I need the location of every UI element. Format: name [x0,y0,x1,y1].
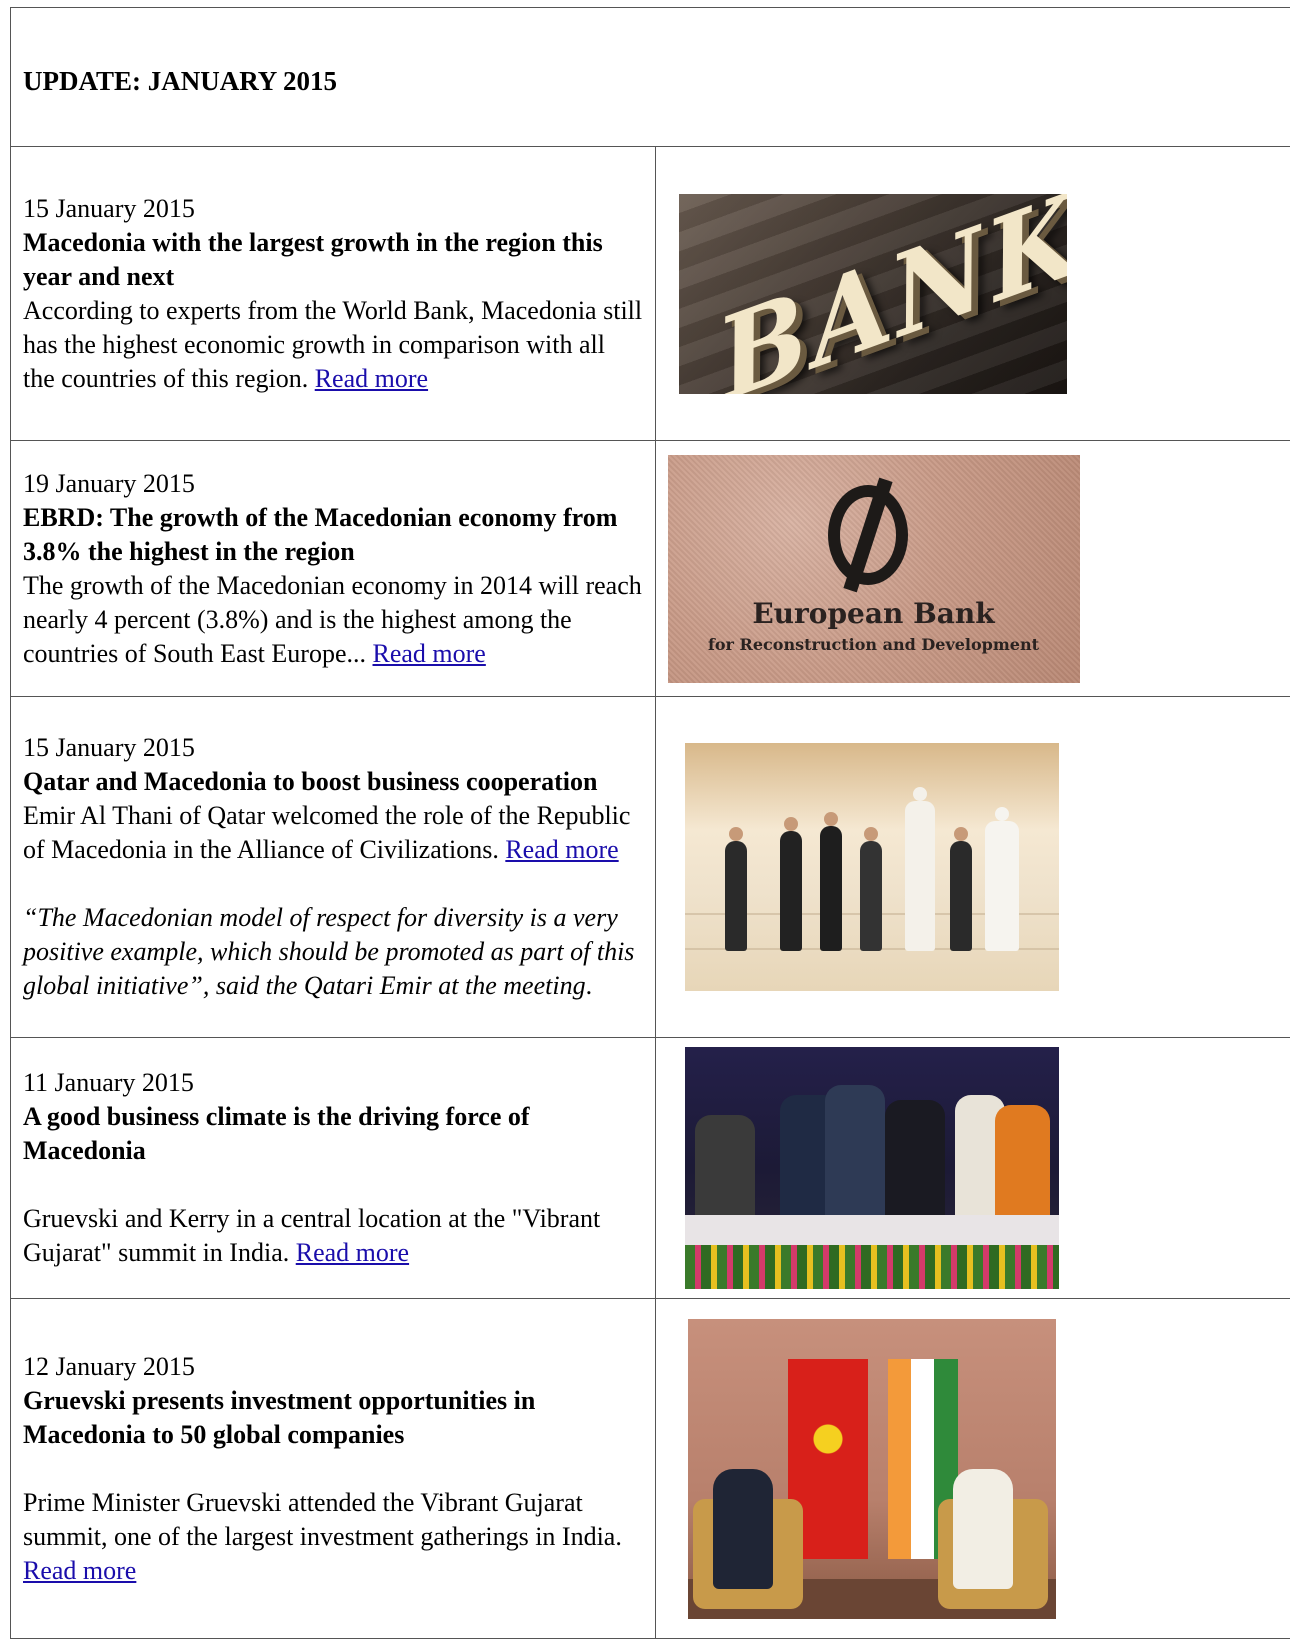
article-title: EBRD: The growth of the Macedonian econo… [23,501,643,569]
person-figure [905,801,935,951]
spacer [23,1168,643,1202]
person-figure [860,841,882,951]
summit-handshake-photo [685,1047,1059,1289]
person-head [784,817,798,831]
person-figure [820,826,842,951]
article-image-cell [655,1299,1290,1639]
bilateral-meeting-flags-photo [688,1319,1056,1619]
article-image-cell: European Bank for Reconstruction and Dev… [655,441,1290,697]
quote-text: “The Macedonian model of respect for div… [23,903,634,1000]
summit-desk [685,1215,1059,1245]
ebrd-sign-subtitle: for Reconstruction and Development [668,635,1080,654]
header-row: UPDATE: JANUARY 2015 [11,8,1290,147]
article-row: 19 January 2015 EBRD: The growth of the … [11,441,1290,697]
person-figure [780,831,802,951]
article-quote: “The Macedonian model of respect for div… [23,901,643,1003]
person-figure [953,1469,1013,1589]
person-head [864,827,878,841]
person-figure [695,1115,755,1215]
article-row: 15 January 2015 Macedonia with the large… [11,147,1290,441]
article-image-cell: BANK [655,147,1290,441]
article-row: 11 January 2015 A good business climate … [11,1038,1290,1299]
article-body: The growth of the Macedonian economy in … [23,571,642,668]
article-row: 15 January 2015 Qatar and Macedonia to b… [11,697,1290,1038]
person-head [913,787,927,801]
page: UPDATE: JANUARY 2015 15 January 2015 Mac… [0,0,1290,1638]
read-more-link[interactable]: Read more [315,364,428,393]
person-head [729,827,743,841]
article-date: 12 January 2015 [23,1350,643,1384]
header-cell: UPDATE: JANUARY 2015 [11,8,1290,147]
article-text: 15 January 2015 Macedonia with the large… [11,147,656,441]
article-date: 15 January 2015 [23,192,643,226]
person-head [824,812,838,826]
read-more-link[interactable]: Read more [373,639,486,668]
quote-period: . [586,971,593,1000]
flower-arrangement [685,1245,1059,1289]
article-date: 15 January 2015 [23,731,643,765]
article-title: Qatar and Macedonia to boost business co… [23,765,643,799]
article-title: Macedonia with the largest growth in the… [23,226,643,294]
article-image-cell [655,1038,1290,1299]
read-more-link[interactable]: Read more [505,835,618,864]
article-image-cell [655,697,1290,1038]
person-figure [725,841,747,951]
article-text: 11 January 2015 A good business climate … [11,1038,656,1299]
ebrd-logo-wall-photo: European Bank for Reconstruction and Dev… [668,455,1080,683]
read-more-link[interactable]: Read more [296,1238,409,1267]
person-head [954,827,968,841]
bank-sign-photo: BANK [679,194,1067,394]
person-figure [885,1100,945,1215]
article-date: 11 January 2015 [23,1066,643,1100]
article-body: Prime Minister Gruevski attended the Vib… [23,1488,622,1551]
person-figure [713,1469,773,1589]
person-figure [825,1085,885,1215]
article-title: Gruevski presents investment opportuniti… [23,1384,643,1452]
person-head [995,807,1009,821]
read-more-link[interactable]: Read more [23,1556,136,1585]
article-date: 19 January 2015 [23,467,643,501]
article-row: 12 January 2015 Gruevski presents invest… [11,1299,1290,1639]
news-table: UPDATE: JANUARY 2015 15 January 2015 Mac… [10,7,1290,1639]
article-text: 19 January 2015 EBRD: The growth of the … [11,441,656,697]
article-text: 15 January 2015 Qatar and Macedonia to b… [11,697,656,1038]
spacer [23,1452,643,1486]
ebrd-sign-name: European Bank [668,597,1080,630]
person-figure [950,841,972,951]
delegation-walking-photo [685,743,1059,991]
article-text: 12 January 2015 Gruevski presents invest… [11,1299,656,1639]
page-title: UPDATE: JANUARY 2015 [23,66,1290,97]
person-figure [995,1105,1050,1215]
person-figure [985,821,1019,951]
article-title: A good business climate is the driving f… [23,1100,643,1168]
